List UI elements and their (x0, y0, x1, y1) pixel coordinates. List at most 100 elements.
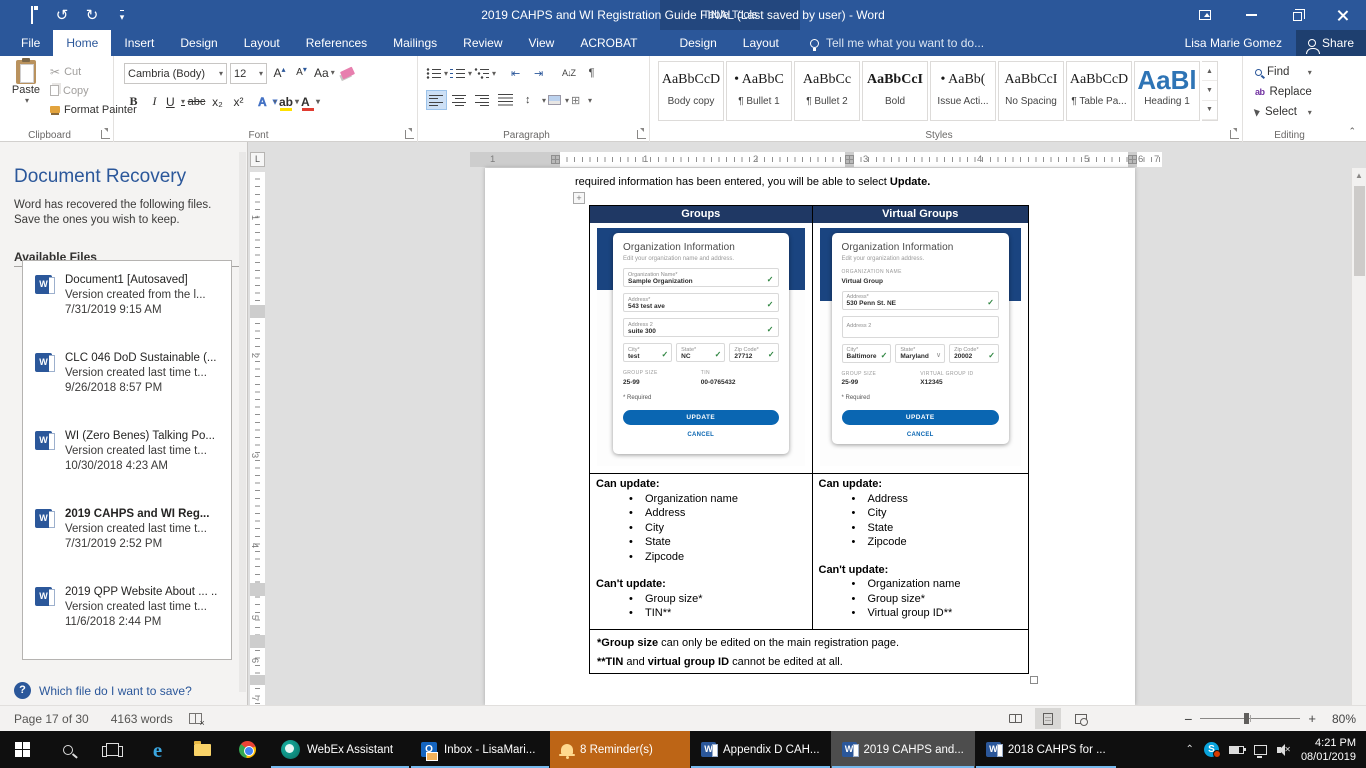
table-header-virtual-groups[interactable]: Virtual Groups (813, 206, 1029, 223)
tab-acrobat[interactable]: ACROBAT (567, 30, 650, 56)
table-column-marker[interactable] (1128, 155, 1137, 164)
taskbar-outlook[interactable]: O Inbox - LisaMari... (410, 731, 550, 768)
vertical-ruler[interactable]: 1 2 3 4 5 6 7 (250, 172, 265, 705)
line-spacing-button[interactable]: ↕▾ (525, 90, 546, 110)
style-table-paragraph[interactable]: AaBbCcD ¶ Table Pa... (1066, 61, 1132, 121)
state-select[interactable]: State* Maryland (895, 344, 945, 363)
justify-button[interactable] (495, 90, 516, 110)
scrollbar-thumb[interactable] (1354, 186, 1365, 276)
table-footnotes-cell[interactable]: *Group size can only be edited on the ma… (590, 629, 1028, 673)
paste-button[interactable]: Paste ▾ (4, 60, 48, 105)
proofing-status-icon[interactable] (189, 713, 202, 724)
taskbar-word-2019-cahps[interactable]: W 2019 CAHPS and... (831, 731, 975, 768)
battery-icon[interactable] (1229, 746, 1244, 754)
virtual-groups-update-list-cell[interactable]: Can update: Address City State Zipcode C… (813, 474, 1029, 629)
styles-more-icon[interactable]: ▼ (1202, 101, 1217, 120)
update-button[interactable]: UPDATE (842, 410, 1000, 425)
document-page[interactable]: required information has been entered, y… (485, 168, 1135, 705)
tab-home[interactable]: Home (53, 30, 111, 56)
zoom-slider[interactable] (1200, 718, 1300, 719)
tab-insert[interactable]: Insert (111, 30, 167, 56)
tab-references[interactable]: References (293, 30, 380, 56)
highlight-button[interactable]: ab▾ (279, 92, 299, 111)
italic-button[interactable]: I (145, 92, 164, 111)
taskbar-search-button[interactable] (45, 731, 90, 768)
clipboard-dialog-launcher[interactable] (101, 130, 110, 139)
zoom-in-icon[interactable]: + (1308, 711, 1316, 726)
city-field[interactable]: City* Baltimore (842, 344, 892, 363)
close-button[interactable] (1320, 0, 1366, 30)
tell-me-box[interactable]: Tell me what you want to do... (810, 30, 984, 56)
paragraph-dialog-launcher[interactable] (637, 130, 646, 139)
state-field[interactable]: State* NC (676, 343, 725, 362)
org-name-field[interactable]: Organization Name* Sample Organization (623, 268, 779, 287)
table-move-handle[interactable]: + (573, 192, 585, 204)
styles-scroll-up-icon[interactable]: ▲ (1202, 62, 1217, 81)
cancel-button[interactable]: CANCEL (623, 432, 779, 438)
edge-button[interactable]: e (135, 731, 180, 768)
cancel-button[interactable]: CANCEL (842, 432, 1000, 438)
text-effects-button[interactable]: A▾ (258, 92, 277, 111)
select-button[interactable]: Select▾ (1255, 102, 1312, 122)
task-view-button[interactable] (90, 731, 135, 768)
underline-button[interactable]: U▾ (166, 92, 185, 111)
file-item-2019-cahps[interactable]: W 2019 CAHPS and WI Reg... Version creat… (23, 495, 231, 573)
collapse-ribbon-icon[interactable]: ⌃ (1348, 126, 1356, 137)
address-field[interactable]: Address* 530 Penn St. NE (842, 291, 1000, 310)
increase-indent-button[interactable]: ⇥ (528, 63, 549, 83)
which-file-help-link[interactable]: ? Which file do I want to save? (14, 682, 192, 699)
minimize-button[interactable] (1228, 0, 1274, 30)
style-no-spacing[interactable]: AaBbCcI No Spacing (998, 61, 1064, 121)
decrease-indent-button[interactable]: ⇤ (505, 63, 526, 83)
align-center-button[interactable] (449, 90, 470, 110)
scroll-up-icon[interactable]: ▲ (1352, 168, 1366, 183)
grow-font-button[interactable]: A▴ (270, 63, 289, 82)
paste-dropdown-icon[interactable]: ▾ (4, 96, 48, 105)
show-hide-pilcrow-button[interactable]: ¶ (581, 63, 602, 83)
web-layout-button[interactable] (1068, 708, 1094, 729)
tab-review[interactable]: Review (450, 30, 515, 56)
page-indicator[interactable]: Page 17 of 30 (14, 712, 89, 726)
clear-formatting-button[interactable] (338, 63, 357, 82)
word-count[interactable]: 4163 words (111, 712, 173, 726)
numbering-button[interactable]: ▾ (450, 63, 472, 83)
tab-stop-selector[interactable]: L (250, 152, 265, 167)
zip-field[interactable]: Zip Code* 20002 (949, 344, 999, 363)
file-item-2019-qpp[interactable]: W 2019 QPP Website About ... .. Version … (23, 573, 231, 651)
restore-button[interactable] (1274, 0, 1320, 30)
read-mode-button[interactable] (1002, 708, 1028, 729)
style-bullet-1[interactable]: • AaBbC ¶ Bullet 1 (726, 61, 792, 121)
zoom-level[interactable]: 80% (1324, 712, 1356, 726)
address2-field[interactable]: Address 2 (842, 316, 1000, 338)
table-column-marker[interactable] (551, 155, 560, 164)
bullets-button[interactable]: ▾ (426, 63, 448, 83)
file-item-clc046[interactable]: W CLC 046 DoD Sustainable (... Version c… (23, 339, 231, 417)
file-explorer-button[interactable] (180, 731, 225, 768)
strikethrough-button[interactable]: abc (187, 92, 206, 111)
speaker-muted-icon[interactable]: ✕ (1277, 744, 1291, 756)
taskbar-word-2018-cahps[interactable]: W 2018 CAHPS for ... (975, 731, 1117, 768)
taskbar-reminders[interactable]: 8 Reminder(s) (550, 731, 690, 768)
zoom-out-icon[interactable]: − (1184, 711, 1192, 727)
tab-table-layout[interactable]: Layout (730, 30, 792, 56)
address2-field[interactable]: Address 2 suite 300 (623, 318, 779, 337)
styles-scroll-down-icon[interactable]: ▼ (1202, 81, 1217, 100)
sort-button[interactable]: A↓Z (558, 63, 579, 83)
zoom-slider-thumb[interactable] (1244, 713, 1249, 724)
zip-field[interactable]: Zip Code* 27712 (729, 343, 778, 362)
share-button[interactable]: Share (1296, 30, 1366, 56)
taskbar-clock[interactable]: 4:21 PM 08/01/2019 (1299, 731, 1366, 768)
font-size-combobox[interactable]: 12▾ (230, 63, 267, 84)
address-field[interactable]: Address* 543 test ave (623, 293, 779, 312)
multilevel-list-button[interactable]: ▾ (474, 63, 496, 83)
skype-tray-icon[interactable]: S (1204, 742, 1219, 757)
horizontal-ruler[interactable]: 1 1 2 3 4 5 6 7 (470, 152, 1162, 167)
taskbar-word-appendix[interactable]: W Appendix D CAH... (690, 731, 831, 768)
style-bold[interactable]: AaBbCcI Bold (862, 61, 928, 121)
ribbon-display-options-button[interactable] (1182, 0, 1228, 30)
tab-design[interactable]: Design (167, 30, 230, 56)
replace-button[interactable]: abReplace (1255, 82, 1312, 102)
tab-view[interactable]: View (516, 30, 568, 56)
network-display-icon[interactable] (1254, 745, 1267, 755)
chrome-button[interactable] (225, 731, 270, 768)
